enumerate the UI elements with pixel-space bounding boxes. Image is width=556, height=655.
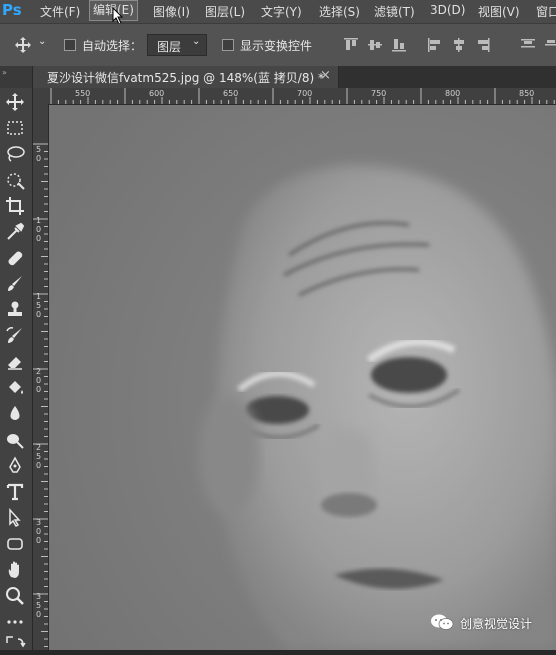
ruler-digit: 0 — [36, 610, 42, 619]
align-bottom-icon[interactable] — [391, 37, 407, 53]
options-bar: ⌄ 自动选择： 图层 ⌄ 显示变换控件 — [0, 23, 556, 67]
chevron-down-icon: ⌄ — [192, 36, 201, 47]
chevron-down-icon[interactable]: ⌄ — [38, 36, 46, 47]
ruler-origin[interactable] — [33, 88, 48, 104]
type-icon[interactable] — [4, 481, 26, 503]
watermark-text: 创意视觉设计 — [460, 617, 533, 631]
ruler-digit: 5 — [36, 601, 42, 610]
menu-select[interactable]: 选择(S) — [319, 3, 360, 20]
ruler-digit: 0 — [36, 376, 42, 385]
ruler-label: 600 — [149, 89, 165, 98]
stamp-icon[interactable] — [4, 299, 26, 321]
dodge-icon[interactable] — [4, 429, 26, 451]
distribute-top-icon[interactable] — [520, 37, 536, 53]
close-icon[interactable]: × — [320, 68, 331, 83]
lasso-icon[interactable] — [4, 143, 26, 165]
document-canvas[interactable] — [49, 105, 556, 650]
ruler-digit: 0 — [36, 225, 42, 234]
photoshop-logo[interactable]: Ps — [2, 1, 22, 19]
eraser-icon[interactable] — [4, 351, 26, 373]
menu-view[interactable]: 视图(V) — [478, 3, 520, 20]
show-transform-label: 显示变换控件 — [240, 39, 313, 53]
document-tab-title: 夏沙设计微信fvatm525.jpg @ 148%(蓝 拷贝/8) * — [47, 71, 324, 85]
document-tab-bar: 夏沙设计微信fvatm525.jpg @ 148%(蓝 拷贝/8) * × — [33, 66, 556, 88]
ruler-label: 750 — [371, 89, 387, 98]
ruler-digit: 0 — [36, 234, 42, 243]
align-right-icon[interactable] — [475, 37, 491, 53]
ruler-digit: 0 — [36, 385, 42, 394]
menu-filter[interactable]: 滤镜(T) — [374, 3, 415, 20]
shape-icon[interactable] — [4, 533, 26, 555]
hand-icon[interactable] — [4, 559, 26, 581]
ruler-digit: 5 — [36, 301, 42, 310]
ruler-digit: 2 — [36, 367, 42, 376]
ruler-digit: 5 — [36, 145, 42, 154]
vertical-ruler[interactable]: 5 0 1 0 0 1 5 0 2 0 0 2 5 0 3 0 0 3 5 0 — [33, 104, 49, 650]
ruler-digit: 1 — [36, 292, 42, 301]
auto-select-checkbox[interactable] — [64, 39, 76, 51]
auto-select-label: 自动选择： — [82, 39, 143, 53]
wechat-icon — [431, 614, 454, 630]
menu-bar: Ps 文件(F) 编辑(E) 图像(I) 图层(L) 文字(Y) 选择(S) 滤… — [0, 0, 556, 25]
menu-layer[interactable]: 图层(L) — [205, 3, 245, 20]
ruler-digit: 0 — [36, 461, 42, 470]
healing-icon[interactable] — [4, 247, 26, 269]
ruler-digit: 2 — [36, 443, 42, 452]
paint-bucket-icon[interactable] — [4, 377, 26, 399]
swap-colors-icon[interactable] — [4, 633, 26, 655]
marquee-icon[interactable] — [4, 117, 26, 139]
brush-icon[interactable] — [4, 273, 26, 295]
ruler-label: 550 — [75, 89, 91, 98]
toolbar-header[interactable]: » — [0, 66, 32, 88]
horizontal-ruler[interactable]: 550 600 650 700 750 800 850 — [48, 88, 556, 105]
grayscale-portrait-image — [49, 105, 556, 650]
ruler-label: 650 — [223, 89, 239, 98]
collapse-arrows-icon[interactable]: » — [2, 68, 7, 77]
ruler-label: 850 — [519, 89, 535, 98]
menu-type[interactable]: 文字(Y) — [261, 3, 302, 20]
move-tool-icon[interactable] — [14, 36, 32, 54]
zoom-icon[interactable] — [4, 585, 26, 607]
quick-select-icon[interactable] — [4, 169, 26, 191]
align-vertical-center-icon[interactable] — [367, 37, 383, 53]
path-select-icon[interactable] — [4, 507, 26, 529]
tools-panel — [0, 88, 32, 650]
align-left-icon[interactable] — [427, 37, 443, 53]
auto-select-target-dropdown[interactable]: 图层 ⌄ — [147, 34, 207, 56]
show-transform-checkbox[interactable] — [222, 39, 234, 51]
ruler-digit: 0 — [36, 310, 42, 319]
move-icon[interactable] — [4, 91, 26, 113]
menu-image[interactable]: 图像(I) — [153, 3, 190, 20]
menu-3d[interactable]: 3D(D) — [430, 3, 465, 17]
ruler-label: 700 — [297, 89, 313, 98]
blur-icon[interactable] — [4, 403, 26, 425]
ruler-digit: 5 — [36, 452, 42, 461]
ruler-digit: 3 — [36, 518, 42, 527]
menu-window[interactable]: 窗口 — [536, 3, 556, 20]
ruler-digit: 3 — [36, 592, 42, 601]
eyedropper-icon[interactable] — [4, 221, 26, 243]
ruler-digit: 0 — [36, 536, 42, 545]
ruler-digit: 0 — [36, 527, 42, 536]
pen-icon[interactable] — [4, 455, 26, 477]
distribute-center-icon[interactable] — [544, 37, 556, 53]
ruler-label: 800 — [445, 89, 461, 98]
document-tab[interactable]: 夏沙设计微信fvatm525.jpg @ 148%(蓝 拷贝/8) * × — [33, 66, 339, 88]
crop-icon[interactable] — [4, 195, 26, 217]
align-horizontal-center-icon[interactable] — [451, 37, 467, 53]
ruler-digit: 1 — [36, 216, 42, 225]
ruler-digit: 0 — [36, 154, 42, 163]
history-brush-icon[interactable] — [4, 325, 26, 347]
dropdown-value: 图层 — [157, 40, 182, 54]
more-icon[interactable] — [4, 611, 26, 633]
menu-file[interactable]: 文件(F) — [40, 3, 80, 20]
align-top-icon[interactable] — [343, 37, 359, 53]
